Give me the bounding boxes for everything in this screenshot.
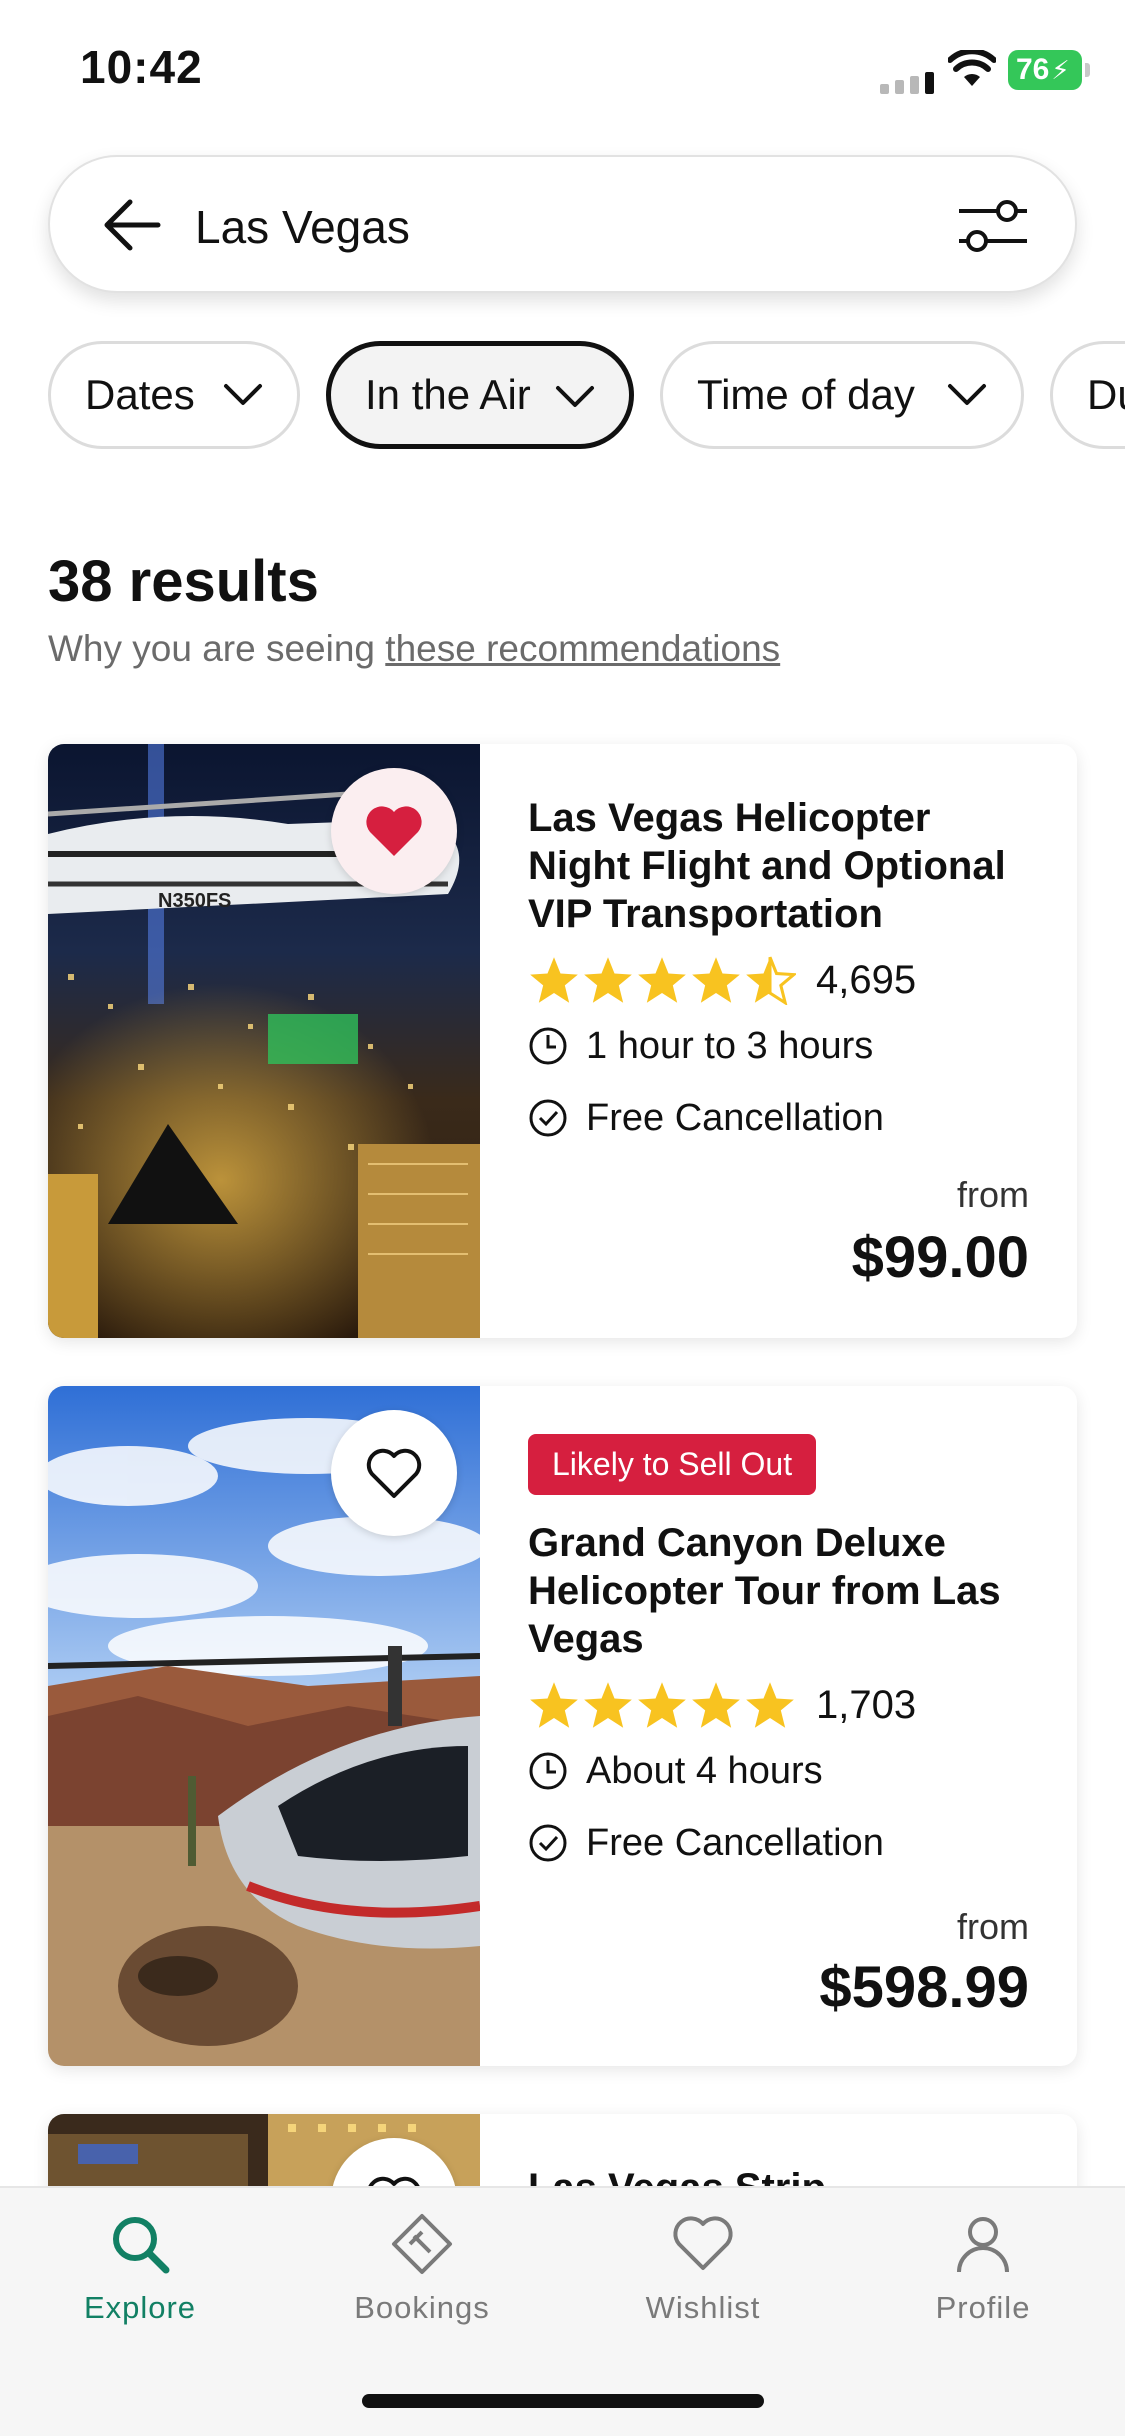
- star-icon: [530, 957, 578, 1003]
- check-circle-icon: [529, 1099, 567, 1137]
- star-icon: [692, 1682, 740, 1728]
- nav-label: Wishlist: [645, 2290, 761, 2325]
- chip-duration[interactable]: Du: [1050, 341, 1125, 449]
- nav-wishlist[interactable]: Wishlist: [603, 2212, 803, 2326]
- product-card[interactable]: N350FS Las Vegas Helicopter Night Flight…: [48, 744, 1077, 1338]
- cancellation-text: Free Cancellation: [586, 1821, 884, 1864]
- star-half-icon: [746, 956, 796, 1005]
- nav-explore[interactable]: Explore: [40, 2212, 240, 2326]
- star-icon: [530, 1682, 578, 1728]
- wishlist-button[interactable]: [331, 768, 457, 894]
- product-details: Likely to Sell Out Grand Canyon Deluxe H…: [528, 1386, 1029, 1869]
- search-query[interactable]: Las Vegas: [195, 200, 410, 254]
- rating: 1,703: [528, 1675, 1029, 1735]
- chip-label: Du: [1087, 371, 1125, 418]
- status-bar: 10:42 76 ⚡: [0, 0, 1125, 135]
- cellular-signal-icon: [880, 72, 934, 94]
- nav-bookings[interactable]: Bookings: [322, 2212, 522, 2326]
- price-from-label: from: [957, 1174, 1029, 1215]
- nav-label: Explore: [83, 2290, 197, 2325]
- rating-stars: [528, 1680, 796, 1730]
- ticket-icon: [392, 2214, 452, 2274]
- rating-count: 4,695: [816, 957, 917, 1002]
- duration-row: 1 hour to 3 hours: [528, 1020, 1029, 1072]
- star-icon: [638, 957, 686, 1003]
- product-details: Las Vegas Helicopter Night Flight and Op…: [528, 744, 1029, 1144]
- battery-level: 76: [1016, 53, 1050, 86]
- rating-stars: [528, 955, 796, 1005]
- chevron-down-icon: [948, 384, 986, 405]
- chip-time-of-day[interactable]: Time of day: [660, 341, 1024, 449]
- heart-icon: [673, 2216, 733, 2270]
- status-time: 10:42: [80, 41, 203, 93]
- heart-filled-icon: [366, 806, 422, 856]
- price-from-label: from: [957, 1906, 1029, 1947]
- nav-label: Profile: [935, 2290, 1031, 2325]
- product-card[interactable]: Likely to Sell Out Grand Canyon Deluxe H…: [48, 1386, 1077, 2066]
- chip-label: Dates: [85, 371, 195, 418]
- back-arrow-icon[interactable]: [102, 197, 162, 253]
- filter-sliders-icon[interactable]: [957, 195, 1027, 257]
- rating: 4,695: [528, 950, 1029, 1010]
- cancellation-text: Free Cancellation: [586, 1096, 884, 1139]
- duration-text: 1 hour to 3 hours: [586, 1024, 874, 1067]
- product-title[interactable]: Grand Canyon Deluxe Helicopter Tour from…: [528, 1519, 1029, 1663]
- wifi-icon: [948, 50, 996, 86]
- results-count: 38 results: [48, 549, 319, 614]
- why-recommendations: Why you are seeing these recommendations: [48, 628, 780, 670]
- wishlist-button[interactable]: [331, 1410, 457, 1536]
- nav-profile[interactable]: Profile: [883, 2212, 1083, 2326]
- filter-chips: Dates In the Air Time of day Du: [48, 341, 1125, 451]
- search-icon: [113, 2217, 170, 2274]
- price: $598.99: [819, 1955, 1029, 2020]
- star-icon: [746, 1682, 794, 1728]
- person-icon: [957, 2217, 1009, 2273]
- duration-text: About 4 hours: [586, 1749, 823, 1792]
- recommendations-link[interactable]: these recommendations: [385, 628, 780, 669]
- star-icon: [584, 957, 632, 1003]
- check-circle-icon: [529, 1824, 567, 1862]
- duration-row: About 4 hours: [528, 1745, 1029, 1797]
- chip-label: In the Air: [365, 371, 531, 418]
- cancellation-row: Free Cancellation: [528, 1817, 1029, 1869]
- search-bar[interactable]: Las Vegas: [48, 155, 1077, 293]
- star-icon: [638, 1682, 686, 1728]
- chevron-down-icon: [224, 384, 262, 405]
- likely-to-sell-out-badge: Likely to Sell Out: [528, 1434, 817, 1495]
- why-prefix: Why you are seeing: [48, 628, 386, 669]
- clock-icon: [529, 1752, 567, 1790]
- battery-icon: 76 ⚡: [1008, 50, 1090, 90]
- clock-icon: [529, 1027, 567, 1065]
- chip-dates[interactable]: Dates: [48, 341, 300, 449]
- svg-text:N350FS: N350FS: [158, 890, 231, 912]
- chip-in-the-air[interactable]: In the Air: [326, 341, 634, 449]
- nav-label: Bookings: [354, 2290, 490, 2325]
- heart-outline-icon: [366, 1448, 422, 1498]
- home-indicator[interactable]: [362, 2394, 764, 2408]
- chip-label: Time of day: [697, 371, 915, 418]
- cancellation-row: Free Cancellation: [528, 1092, 1029, 1144]
- price: $99.00: [851, 1225, 1029, 1290]
- product-title[interactable]: Las Vegas Helicopter Night Flight and Op…: [528, 794, 1029, 938]
- star-icon: [692, 957, 740, 1003]
- star-icon: [584, 1682, 632, 1728]
- chevron-down-icon: [556, 386, 594, 407]
- rating-count: 1,703: [816, 1682, 917, 1727]
